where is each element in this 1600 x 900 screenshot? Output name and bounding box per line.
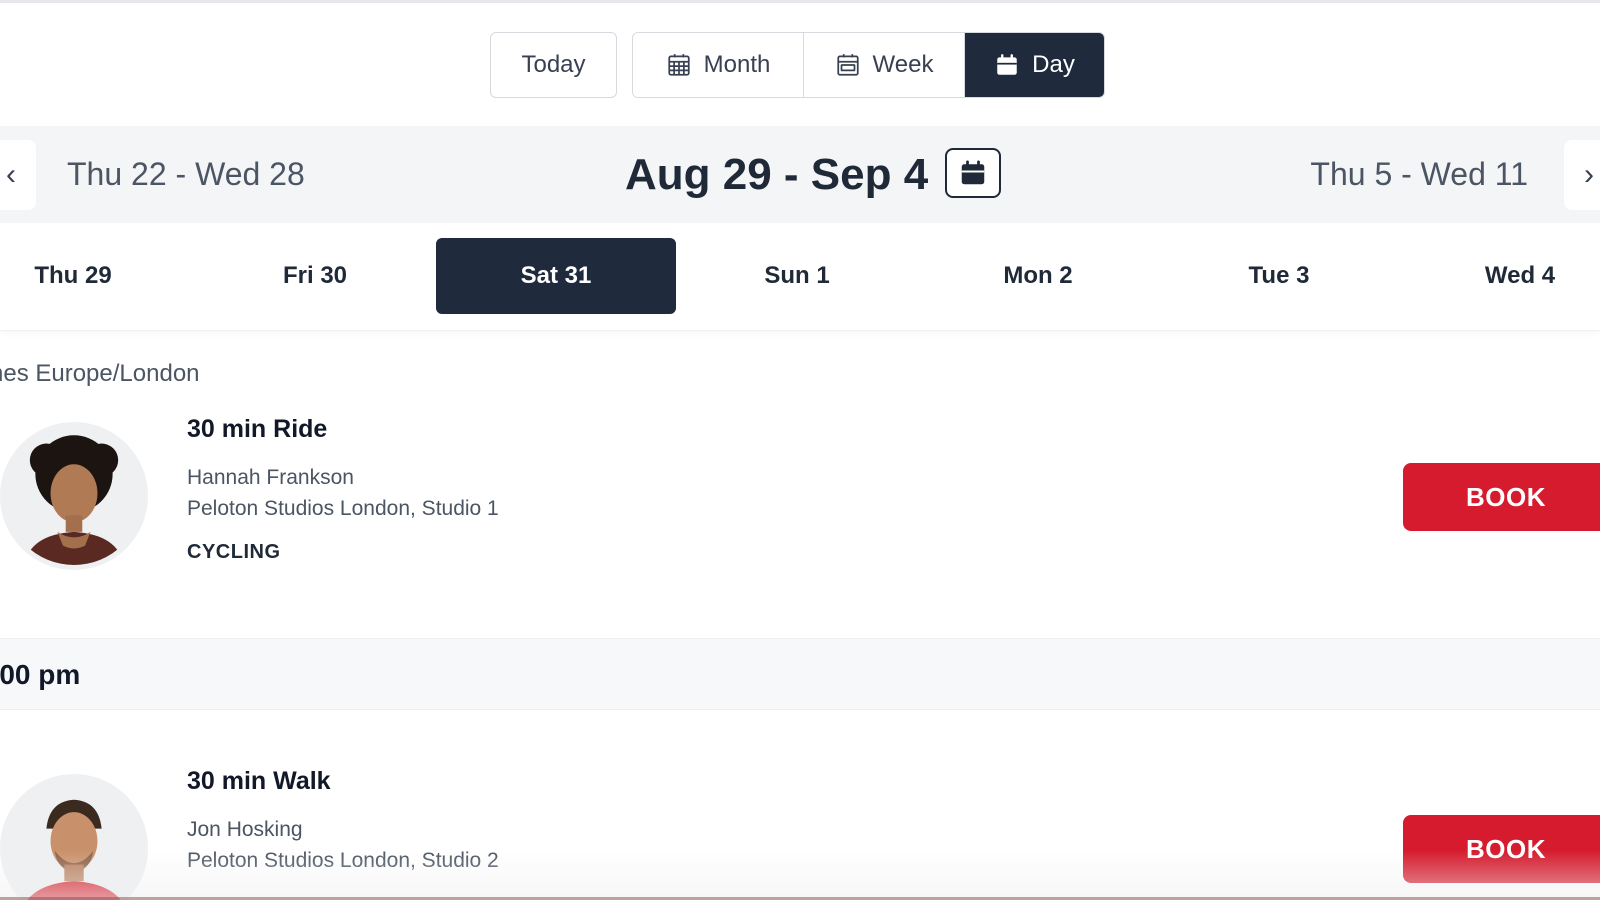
next-week-button[interactable]: › <box>1564 140 1600 210</box>
book-button[interactable]: BOOK <box>1403 815 1600 883</box>
time-slot-label: :00 pm <box>0 659 81 690</box>
instructor-photo-icon <box>5 427 143 565</box>
class-title: 30 min Walk <box>187 767 331 795</box>
prev-week-range[interactable]: Thu 22 - Wed 28 <box>67 156 305 193</box>
chevron-right-icon: › <box>1584 158 1594 191</box>
day-tabs: Thu 29 Fri 30 Sat 31 Sun 1 Mon 2 Tue 3 W… <box>0 223 1600 331</box>
calendar-icon <box>961 160 985 185</box>
view-segment-group: Month Week Day <box>632 32 1105 98</box>
book-button[interactable]: BOOK <box>1403 463 1600 531</box>
instructor-photo-icon <box>5 779 143 900</box>
class-location: Peloton Studios London, Studio 2 <box>187 849 499 872</box>
day-tab-fri-30[interactable]: Fri 30 <box>195 238 435 314</box>
top-divider <box>0 0 1600 3</box>
today-button[interactable]: Today <box>490 32 617 98</box>
day-tab-mon-2[interactable]: Mon 2 <box>918 238 1158 314</box>
day-tab-thu-29[interactable]: Thu 29 <box>0 238 193 314</box>
date-picker-button[interactable] <box>945 148 1001 198</box>
week-view-label: Week <box>872 51 934 78</box>
calendar-day-icon <box>997 54 1017 75</box>
chevron-left-icon: ‹ <box>6 158 16 191</box>
day-tab-tue-3[interactable]: Tue 3 <box>1159 238 1399 314</box>
next-week-range[interactable]: Thu 5 - Wed 11 <box>1310 156 1528 193</box>
class-discipline: CYCLING <box>187 541 281 563</box>
week-navigation: ‹ Thu 22 - Wed 28 Aug 29 - Sep 4 Thu 5 -… <box>0 126 1600 223</box>
class-location: Peloton Studios London, Studio 1 <box>187 497 499 520</box>
time-slot-header: :00 pm <box>0 638 1600 710</box>
month-view-button[interactable]: Month <box>633 33 803 97</box>
instructor-name: Hannah Frankson <box>187 466 354 489</box>
prev-week-button[interactable]: ‹ <box>0 140 36 210</box>
calendar-week-icon <box>836 54 859 76</box>
day-view-button[interactable]: Day <box>964 33 1104 97</box>
timezone-label: nes Europe/London <box>0 360 200 387</box>
view-switcher: Today Month Week Day <box>490 32 1105 98</box>
day-tab-sun-1[interactable]: Sun 1 <box>677 238 917 314</box>
instructor-name: Jon Hosking <box>187 818 303 841</box>
current-week-range: Aug 29 - Sep 4 <box>625 150 929 199</box>
month-view-label: Month <box>703 51 771 78</box>
class-title: 30 min Ride <box>187 415 328 443</box>
calendar-grid-icon <box>668 54 690 76</box>
instructor-avatar <box>0 774 148 900</box>
week-view-button[interactable]: Week <box>803 33 964 97</box>
day-view-label: Day <box>1032 51 1075 78</box>
class-card: 30 min Walk Jon Hosking Peloton Studios … <box>0 762 1600 900</box>
class-card: 30 min Ride Hannah Frankson Peloton Stud… <box>0 410 1600 635</box>
instructor-avatar <box>0 422 148 570</box>
day-tab-wed-4[interactable]: Wed 4 <box>1400 238 1600 314</box>
day-tab-sat-31[interactable]: Sat 31 <box>436 238 676 314</box>
